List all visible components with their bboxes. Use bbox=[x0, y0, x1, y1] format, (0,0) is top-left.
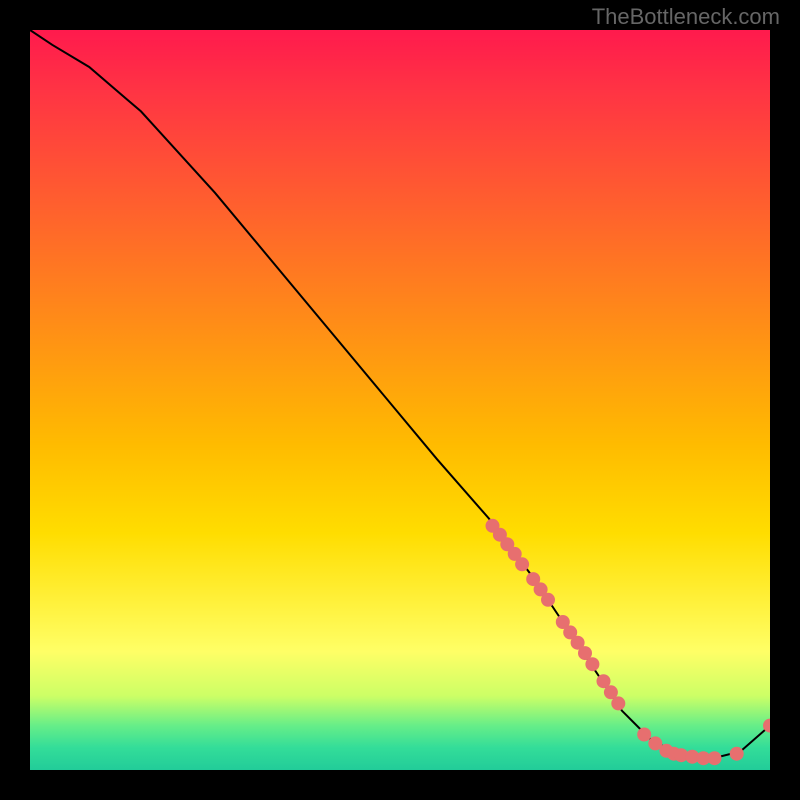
chart-marker bbox=[515, 557, 529, 571]
chart-marker bbox=[730, 747, 744, 761]
watermark-text: TheBottleneck.com bbox=[592, 4, 780, 30]
chart-marker bbox=[541, 593, 555, 607]
chart-markers bbox=[486, 519, 771, 765]
chart-marker bbox=[708, 751, 722, 765]
chart-marker bbox=[637, 728, 651, 742]
chart-marker bbox=[585, 657, 599, 671]
chart-plot-area bbox=[30, 30, 770, 770]
chart-curve bbox=[30, 30, 770, 759]
chart-marker bbox=[611, 696, 625, 710]
chart-svg bbox=[30, 30, 770, 770]
